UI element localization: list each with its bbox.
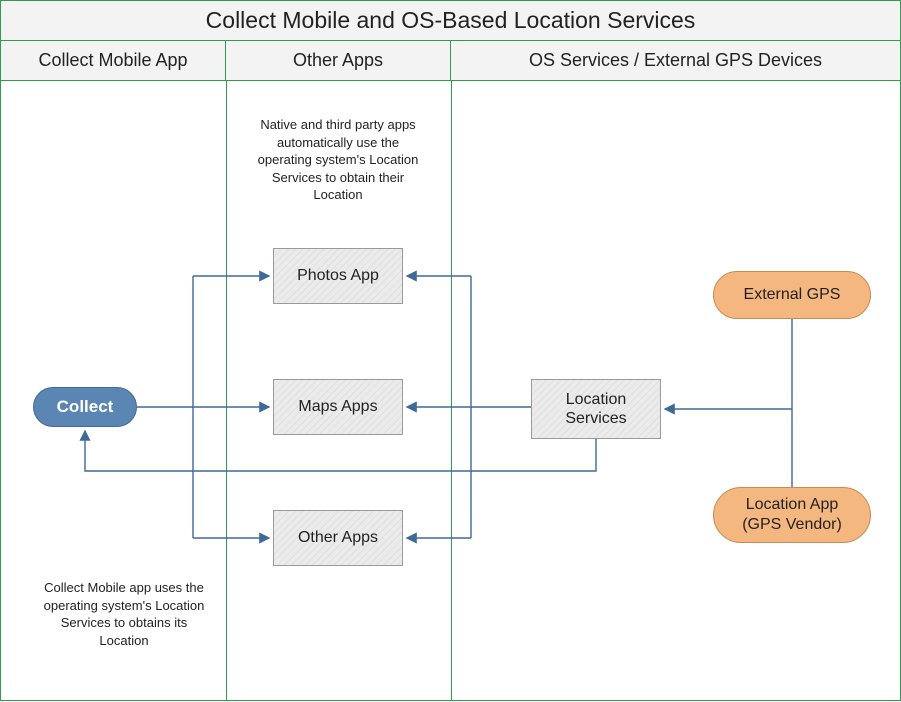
- diagram-title: Collect Mobile and OS-Based Location Ser…: [1, 1, 900, 41]
- node-maps-apps: Maps Apps: [273, 379, 403, 435]
- node-collect: Collect: [33, 387, 137, 427]
- column-header-collect-mobile: Collect Mobile App: [1, 41, 226, 80]
- column-header-other-apps: Other Apps: [226, 41, 451, 80]
- node-other-apps: Other Apps: [273, 510, 403, 566]
- note-collect-app: Collect Mobile app uses the operating sy…: [39, 579, 209, 649]
- node-external-gps: External GPS: [713, 271, 871, 319]
- column-headers: Collect Mobile App Other Apps OS Service…: [1, 41, 900, 81]
- node-vendor-gps: Location App (GPS Vendor): [713, 487, 871, 543]
- node-photos-app: Photos App: [273, 248, 403, 304]
- node-location-services: Location Services: [531, 379, 661, 439]
- column-divider-1: [226, 81, 227, 700]
- column-header-os-services: OS Services / External GPS Devices: [451, 41, 900, 80]
- column-divider-2: [451, 81, 452, 700]
- diagram-container: Collect Mobile and OS-Based Location Ser…: [0, 0, 901, 701]
- note-other-apps: Native and third party apps automaticall…: [253, 116, 423, 204]
